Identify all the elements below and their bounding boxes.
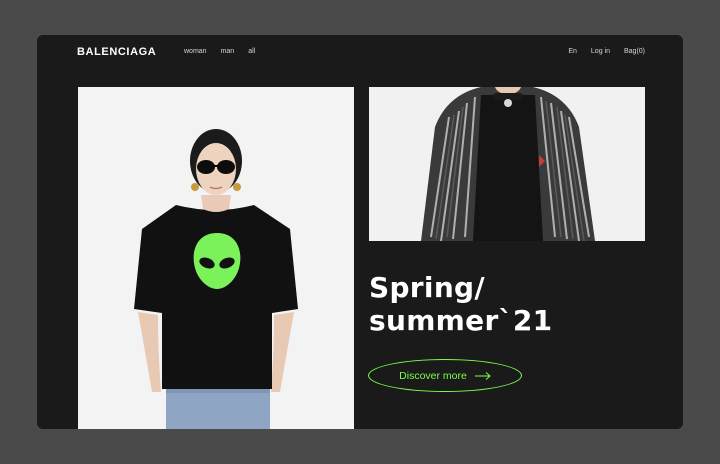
nav-item-woman[interactable]: woman <box>184 48 207 55</box>
brand-logo[interactable]: BALENCIAGA <box>77 46 156 58</box>
model-alien-tshirt-image[interactable] <box>78 87 354 429</box>
nav-item-all[interactable]: all <box>248 48 255 55</box>
main-nav: woman man all <box>184 48 255 55</box>
page-window: BALENCIAGA woman man all En Log in Bag(0… <box>37 35 683 429</box>
account-nav: En Log in Bag(0) <box>568 48 645 55</box>
login-link[interactable]: Log in <box>591 48 610 55</box>
headline-line-1: Spring/ <box>369 271 485 304</box>
arrow-right-icon <box>474 371 491 380</box>
bag-link[interactable]: Bag(0) <box>624 48 645 55</box>
headline-line-2: summer`21 <box>369 304 553 337</box>
discover-more-button[interactable]: Discover more <box>368 359 522 392</box>
nav-item-man[interactable]: man <box>221 48 235 55</box>
model-fringe-jacket-image[interactable] <box>369 87 645 241</box>
hero-headline: Spring/ summer`21 <box>369 271 552 337</box>
discover-more-label: Discover more <box>399 369 467 382</box>
language-switch[interactable]: En <box>568 48 577 55</box>
